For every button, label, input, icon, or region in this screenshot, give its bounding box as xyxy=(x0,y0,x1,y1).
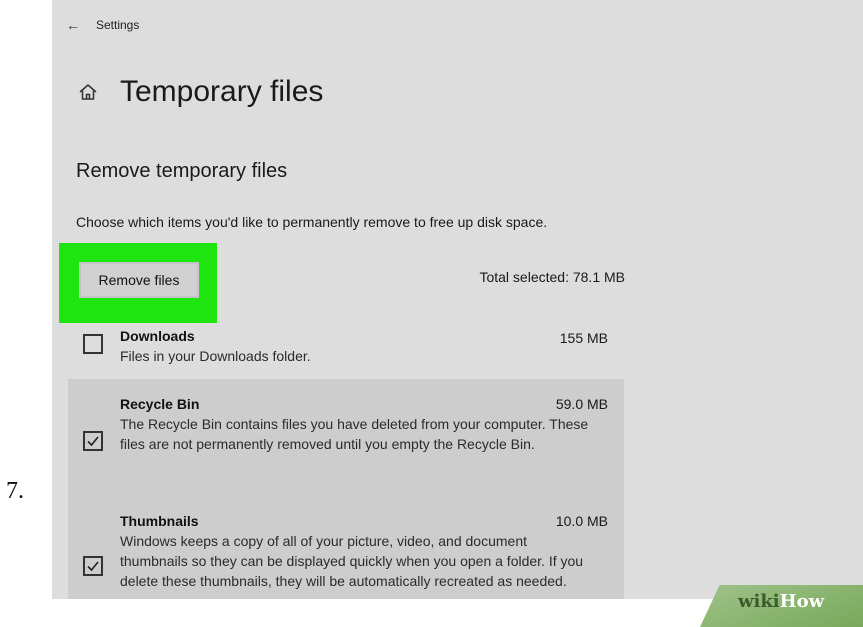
downloads-checkbox[interactable] xyxy=(83,334,103,354)
app-title: Settings xyxy=(96,18,140,32)
item-description: Files in your Downloads folder. xyxy=(120,348,311,364)
home-icon[interactable] xyxy=(78,82,98,102)
section-title: Remove temporary files xyxy=(76,160,288,182)
watermark-how: How xyxy=(779,591,825,612)
item-description: The Recycle Bin contains files you have … xyxy=(120,416,589,452)
wikihow-watermark: wikiHow xyxy=(700,585,863,627)
total-selected: Total selected: 78.1 MB xyxy=(479,269,625,285)
watermark-wiki: wiki xyxy=(738,591,780,612)
remove-files-button[interactable]: Remove files xyxy=(79,262,199,298)
watermark-text: wikiHow xyxy=(738,591,824,612)
title-bar: ← Settings xyxy=(66,14,139,36)
back-arrow-icon[interactable]: ← xyxy=(66,17,86,33)
checkmark-icon xyxy=(87,561,99,572)
section-description: Choose which items you'd like to permane… xyxy=(76,214,548,230)
item-size: 155 MB xyxy=(559,330,608,346)
thumbnails-checkbox[interactable] xyxy=(83,556,103,576)
item-name: Downloads xyxy=(120,328,195,344)
step-number: 7. xyxy=(6,478,24,504)
checkmark-icon xyxy=(87,436,99,447)
page-title: Temporary files xyxy=(120,75,324,108)
item-size: 10.0 MB xyxy=(555,513,608,529)
item-size: 59.0 MB xyxy=(555,396,608,412)
item-name: Thumbnails xyxy=(120,513,199,529)
list-item-thumbnails[interactable]: Thumbnails 10.0 MB Windows keeps a copy … xyxy=(68,491,624,599)
settings-window: ← Settings Temporary files Remove tempor… xyxy=(52,0,863,599)
item-name: Recycle Bin xyxy=(120,396,200,412)
page-header: Temporary files xyxy=(78,75,323,109)
recycle-bin-checkbox[interactable] xyxy=(83,431,103,451)
item-description: Windows keeps a copy of all of your pict… xyxy=(120,533,584,589)
list-item-recycle-bin[interactable]: Recycle Bin 59.0 MB The Recycle Bin cont… xyxy=(68,379,624,491)
list-item-downloads[interactable]: Downloads 155 MB Files in your Downloads… xyxy=(68,323,624,373)
